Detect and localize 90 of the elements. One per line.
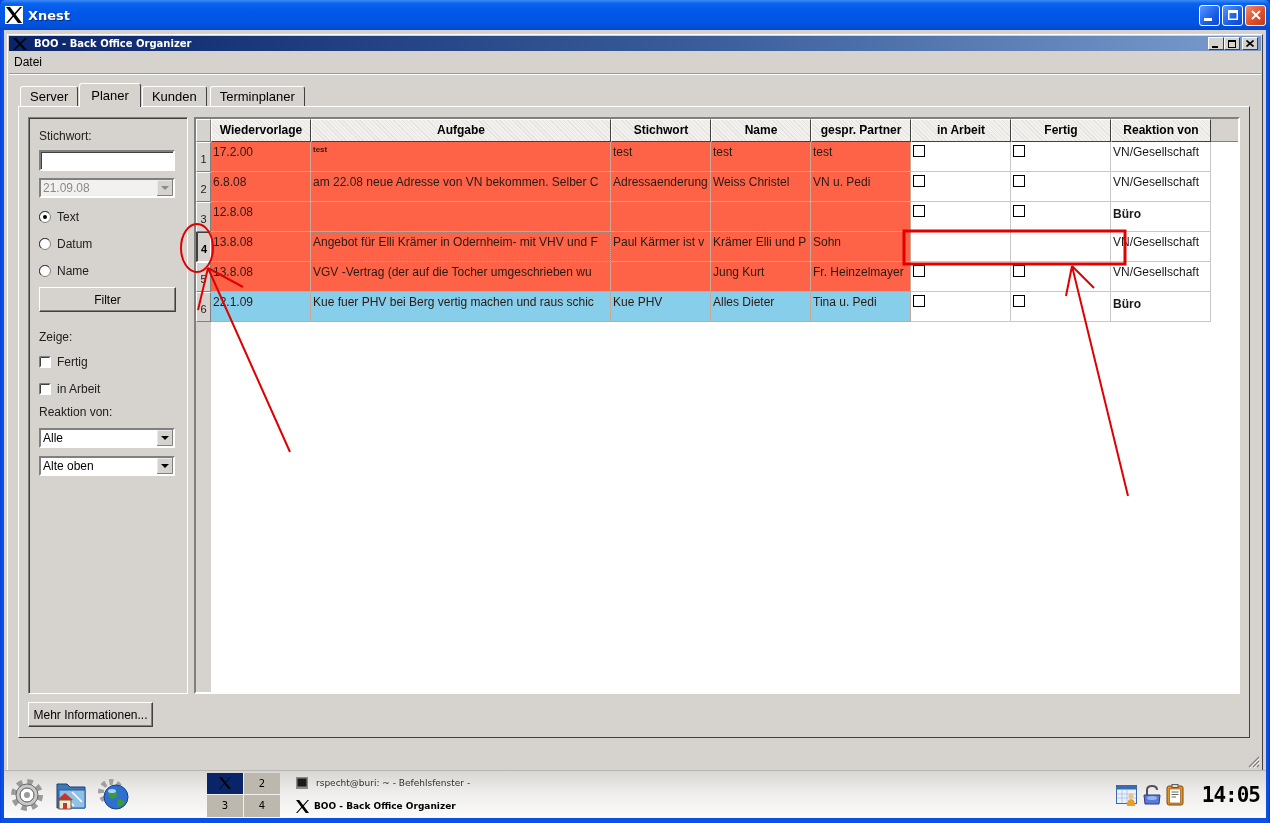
padlock-icon[interactable] — [1140, 783, 1163, 806]
reaction-label: Reaktion von: — [39, 405, 113, 419]
checkbox[interactable] — [913, 295, 925, 307]
column-header[interactable]: gespr. Partner — [811, 119, 911, 142]
radio-button[interactable] — [39, 210, 51, 223]
terminal-icon — [296, 777, 308, 789]
show-label: Zeige: — [39, 330, 73, 344]
cross-logo-icon — [296, 799, 309, 813]
window-title: BOO - Back Office Organizer — [34, 38, 192, 49]
checkbox[interactable] — [39, 382, 51, 395]
maximize-icon — [1228, 39, 1236, 48]
row-header[interactable]: 2 — [196, 172, 211, 202]
radio-label: Text — [57, 209, 79, 224]
filter-button[interactable]: Filter — [39, 287, 176, 312]
annotation-circle — [180, 223, 214, 273]
cross-logo-icon — [13, 37, 27, 50]
minimize-button[interactable] — [1208, 37, 1224, 50]
table-cell: Kue PHV — [611, 292, 711, 322]
calendar-icon[interactable] — [1115, 783, 1138, 806]
globe-icon[interactable] — [97, 777, 131, 812]
checkbox[interactable] — [1013, 265, 1025, 277]
row-header[interactable]: 3 — [196, 202, 211, 232]
column-header[interactable]: Stichwort — [611, 119, 711, 142]
caret-icon — [157, 180, 173, 196]
checkbox[interactable] — [1013, 295, 1025, 307]
row-header[interactable]: 6 — [196, 292, 211, 322]
caret-icon — [157, 430, 173, 446]
desktop-pager-button[interactable]: 3 — [207, 794, 243, 817]
tab[interactable]: Planer — [79, 83, 141, 107]
taskbar-button[interactable]: BOO - Back Office Organizer — [294, 795, 475, 817]
table-corner — [196, 119, 211, 142]
table-cell: VN/Gesellschaft — [1111, 172, 1211, 202]
menu-item[interactable]: Datei — [12, 53, 44, 71]
checkbox[interactable] — [39, 355, 51, 368]
maximize-button[interactable] — [1222, 4, 1243, 26]
checkbox[interactable] — [1013, 145, 1025, 157]
table-cell: Büro — [1111, 292, 1211, 322]
reaction-dropdown[interactable]: Alle — [39, 428, 175, 448]
radio-button[interactable] — [39, 237, 51, 250]
radio-button[interactable] — [39, 264, 51, 277]
column-header[interactable]: in Arbeit — [911, 119, 1011, 142]
taskbar-button[interactable]: rspecht@buri: ~ - Befehlsfenster - — [294, 772, 475, 794]
row-header[interactable]: 1 — [196, 142, 211, 172]
column-header[interactable]: Fertig — [1011, 119, 1111, 142]
clock: 14:05 — [1201, 782, 1260, 807]
column-header[interactable]: Reaktion von — [1111, 119, 1211, 142]
window-title: Xnest — [28, 7, 71, 23]
maximize-button[interactable] — [1224, 37, 1240, 50]
desktop-pager-button[interactable] — [207, 772, 243, 794]
minimize-icon — [1203, 17, 1212, 21]
clipboard-icon[interactable] — [1165, 783, 1184, 806]
table-cell: Kue fuer PHV bei Berg vertig machen und raus schic — [311, 292, 611, 322]
column-header[interactable]: Name — [711, 119, 811, 142]
checkbox[interactable] — [1013, 205, 1025, 217]
tab[interactable]: Server — [20, 86, 79, 106]
radio-label: Datum — [57, 236, 93, 251]
close-icon — [1250, 10, 1261, 20]
keyword-field[interactable] — [39, 150, 175, 171]
tab[interactable]: Kunden — [141, 86, 207, 106]
minimize-button[interactable] — [1199, 4, 1220, 26]
maximize-icon — [1227, 10, 1238, 20]
checkbox[interactable] — [913, 145, 925, 157]
checkbox[interactable] — [1013, 175, 1025, 187]
caret-icon — [157, 458, 173, 474]
cross-logo-icon — [5, 6, 23, 24]
gear-icon[interactable] — [10, 777, 44, 812]
radio-label: Name — [57, 263, 89, 278]
checkbox-label: Fertig — [57, 354, 88, 369]
checkbox[interactable] — [913, 265, 925, 277]
sort-dropdown[interactable]: Alte oben — [39, 456, 175, 476]
table-cell: VN/Gesellschaft — [1111, 142, 1211, 172]
cross-logo-icon — [219, 777, 231, 789]
table-cell: Büro — [1111, 202, 1211, 232]
close-button[interactable] — [1242, 37, 1258, 50]
row-header[interactable]: 4 — [196, 232, 211, 262]
keyword-label: Stichwort: — [39, 129, 92, 143]
table-cell: VN/Gesellschaft — [1111, 262, 1211, 292]
close-icon — [1246, 40, 1254, 47]
desktop-pager-button[interactable]: 4 — [244, 794, 280, 817]
minimize-icon — [1211, 45, 1218, 48]
more-info-button[interactable]: Mehr Informationen... — [28, 702, 153, 727]
column-header[interactable]: Wiedervorlage — [211, 119, 311, 142]
column-header[interactable]: Aufgabe — [311, 119, 611, 142]
checkbox[interactable] — [913, 175, 925, 187]
tab[interactable]: Terminplaner — [209, 86, 305, 106]
checkbox-label: in Arbeit — [57, 381, 101, 396]
resize-grip-icon[interactable] — [1248, 756, 1260, 768]
table-cell: Alles Dieter — [711, 292, 811, 322]
checkbox[interactable] — [913, 205, 925, 217]
desktop-pager-button[interactable]: 2 — [244, 772, 280, 794]
